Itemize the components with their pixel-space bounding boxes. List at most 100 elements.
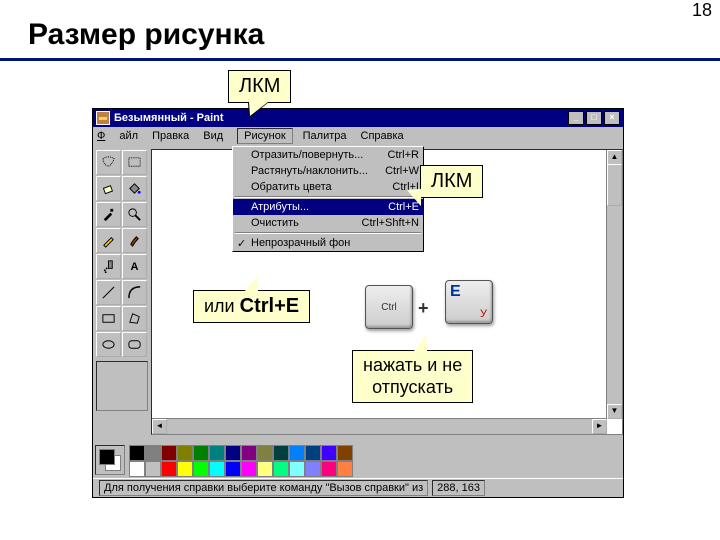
keycap-label: Ctrl xyxy=(381,302,397,313)
menu-item-label: Атрибуты... xyxy=(251,201,309,213)
color-swatch[interactable] xyxy=(209,445,225,461)
scroll-left-button[interactable]: ◄ xyxy=(152,419,167,434)
color-swatch[interactable] xyxy=(193,461,209,477)
tool-freeform-select[interactable] xyxy=(96,150,121,175)
callout-tail xyxy=(249,102,268,116)
color-swatch[interactable] xyxy=(289,461,305,477)
color-swatch[interactable] xyxy=(193,445,209,461)
title-underline xyxy=(0,58,720,61)
menu-item-stretch[interactable]: Растянуть/наклонить...Ctrl+W xyxy=(233,163,423,179)
menu-item-shortcut: Ctrl+W xyxy=(385,165,419,177)
color-swatch[interactable] xyxy=(225,445,241,461)
color-swatch[interactable] xyxy=(289,445,305,461)
fg-color xyxy=(99,449,115,465)
scrollbar-horizontal[interactable]: ◄ ► xyxy=(152,418,607,434)
color-swatch[interactable] xyxy=(241,461,257,477)
status-bar: Для получения справки выберите команду "… xyxy=(93,478,623,497)
menu-help[interactable]: Справка xyxy=(361,130,404,142)
slide-title: Размер рисунка xyxy=(28,18,264,52)
color-swatch[interactable] xyxy=(145,445,161,461)
color-swatch[interactable] xyxy=(225,461,241,477)
color-swatch[interactable] xyxy=(257,461,273,477)
keycap-e: E У xyxy=(445,280,493,324)
menu-item-clear[interactable]: ОчиститьCtrl+Shft+N xyxy=(233,215,423,231)
tool-curve[interactable] xyxy=(122,280,147,305)
callout-lkm-item: ЛКМ xyxy=(420,165,483,198)
color-swatch[interactable] xyxy=(161,461,177,477)
color-swatch[interactable] xyxy=(305,461,321,477)
menu-picture-dropdown: Отразить/повернуть...Ctrl+R Растянуть/на… xyxy=(232,146,424,252)
menu-item-flip[interactable]: Отразить/повернуть...Ctrl+R xyxy=(233,147,423,163)
menu-item-shortcut: Ctrl+Shft+N xyxy=(362,217,419,229)
tool-zoom[interactable] xyxy=(122,202,147,227)
callout-text: ЛКМ xyxy=(431,170,472,192)
menu-item-invert[interactable]: Обратить цветаCtrl+I xyxy=(233,179,423,195)
titlebar[interactable]: Безымянный - Paint _ □ × xyxy=(93,109,623,127)
menu-palette[interactable]: Палитра xyxy=(303,130,347,142)
scrollbar-vertical[interactable]: ▲ ▼ xyxy=(606,150,622,419)
maximize-button[interactable]: □ xyxy=(586,111,602,125)
menu-item-attributes[interactable]: Атрибуты...Ctrl+E xyxy=(233,199,423,215)
color-swatch[interactable] xyxy=(161,445,177,461)
menu-separator xyxy=(235,232,421,234)
color-swatch[interactable] xyxy=(273,461,289,477)
current-colors[interactable] xyxy=(95,445,125,475)
callout-lkm-menu: ЛКМ xyxy=(228,70,291,103)
tool-line[interactable] xyxy=(96,280,121,305)
color-swatch[interactable] xyxy=(305,445,321,461)
color-swatch[interactable] xyxy=(337,445,353,461)
tool-picker[interactable] xyxy=(96,202,121,227)
tool-pencil[interactable] xyxy=(96,228,121,253)
menubar: ФФайлайл Правка Вид Рисунок Палитра Спра… xyxy=(93,127,623,145)
color-swatch[interactable] xyxy=(177,445,193,461)
callout-key: Ctrl+E xyxy=(240,295,299,317)
color-grid xyxy=(129,445,352,476)
color-swatch[interactable] xyxy=(145,461,161,477)
tool-roundrect[interactable] xyxy=(122,332,147,357)
app-icon xyxy=(96,111,110,125)
tool-brush[interactable] xyxy=(122,228,147,253)
color-swatch[interactable] xyxy=(321,461,337,477)
tool-ellipse[interactable] xyxy=(96,332,121,357)
callout-tail xyxy=(245,277,258,291)
scroll-down-button[interactable]: ▼ xyxy=(607,404,622,419)
check-icon: ✓ xyxy=(237,237,246,250)
color-swatch[interactable] xyxy=(257,445,273,461)
scroll-right-button[interactable]: ► xyxy=(592,419,607,434)
keycap-label-main: E xyxy=(450,283,461,301)
menu-separator xyxy=(235,196,421,198)
menu-item-shortcut: Ctrl+R xyxy=(388,149,419,161)
minimize-button[interactable]: _ xyxy=(568,111,584,125)
color-swatch[interactable] xyxy=(321,445,337,461)
color-swatch[interactable] xyxy=(129,445,145,461)
color-swatch[interactable] xyxy=(177,461,193,477)
color-swatch[interactable] xyxy=(273,445,289,461)
tool-rect[interactable] xyxy=(96,306,121,331)
menu-edit[interactable]: Правка xyxy=(152,130,189,142)
scroll-thumb[interactable] xyxy=(607,164,622,206)
status-coords: 288, 163 xyxy=(432,480,485,496)
slide: 18 Размер рисунка ЛКМ ЛКМ или Ctrl+E наж… xyxy=(0,0,720,540)
tool-text[interactable]: A xyxy=(122,254,147,279)
tool-fill[interactable] xyxy=(122,176,147,201)
tool-eraser[interactable] xyxy=(96,176,121,201)
tool-rect-select[interactable] xyxy=(122,150,147,175)
menu-file[interactable]: ФФайлайл xyxy=(97,130,138,142)
color-swatch[interactable] xyxy=(241,445,257,461)
color-palette xyxy=(95,443,621,477)
color-swatch[interactable] xyxy=(209,461,225,477)
tool-airbrush[interactable] xyxy=(96,254,121,279)
color-swatch[interactable] xyxy=(337,461,353,477)
menu-picture[interactable]: Рисунок xyxy=(237,128,293,144)
tool-polygon[interactable] xyxy=(122,306,147,331)
callout-press-hold: нажать и не отпускать xyxy=(352,350,473,403)
menu-view[interactable]: Вид xyxy=(203,130,223,142)
callout-text: нажать и не отпускать xyxy=(363,355,462,397)
callout-text: ЛКМ xyxy=(239,75,280,97)
color-swatch[interactable] xyxy=(129,461,145,477)
menu-item-label: Непрозрачный фон xyxy=(251,237,350,249)
close-button[interactable]: × xyxy=(604,111,620,125)
menu-item-opaque[interactable]: ✓ Непрозрачный фон xyxy=(233,235,423,251)
callout-tail xyxy=(407,189,421,206)
scroll-up-button[interactable]: ▲ xyxy=(607,150,622,165)
